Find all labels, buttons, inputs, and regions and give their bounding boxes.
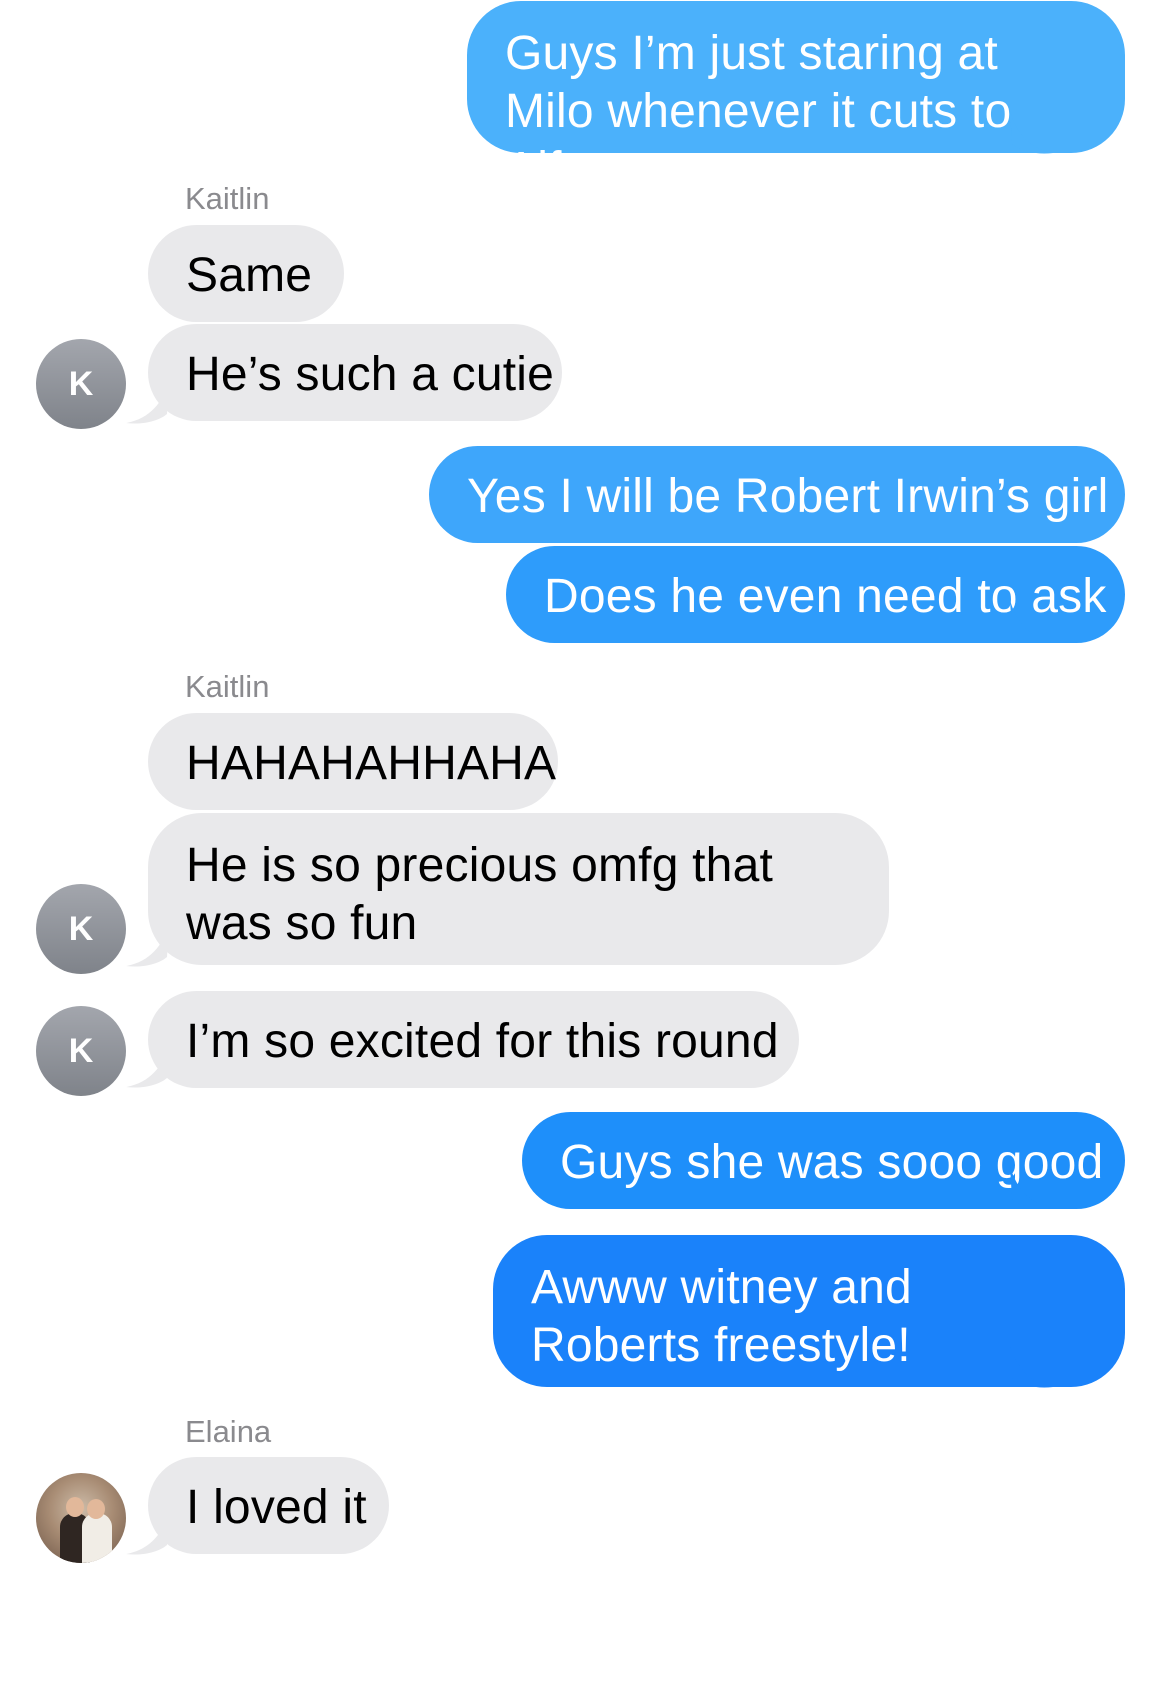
contact-avatar[interactable]: K xyxy=(36,1006,126,1096)
message-text: Yes I will be Robert Irwin’s girl xyxy=(467,470,1109,523)
bubble-tail-icon xyxy=(1010,600,1053,643)
message-thread: Guys I’m just staring at Milo whenever i… xyxy=(0,0,1170,1694)
message-text: He’s such a cutie xyxy=(186,348,555,401)
photo-avatar-icon[interactable] xyxy=(36,1473,126,1563)
sender-name: Elaina xyxy=(185,1414,272,1449)
incoming-message-bubble[interactable]: Same xyxy=(148,225,344,322)
bubble-tail-icon xyxy=(1010,1166,1053,1209)
contact-avatar[interactable]: K xyxy=(36,884,126,974)
outgoing-message-bubble[interactable]: Yes I will be Robert Irwin’s girl xyxy=(429,446,1125,543)
message-text: Awww witney and Roberts freestyle! xyxy=(531,1261,912,1372)
message-text: Same xyxy=(186,249,313,302)
message-text: HAHAHAHHAHA xyxy=(186,737,557,790)
incoming-message-bubble[interactable]: HAHAHAHHAHA xyxy=(148,713,558,810)
incoming-message-bubble[interactable]: He is so precious omfg that was so fun xyxy=(148,813,889,965)
bubble-tail-icon xyxy=(1010,111,1053,154)
message-text: He is so precious omfg that was so fun xyxy=(186,839,774,950)
message-text: I loved it xyxy=(186,1481,367,1534)
sender-name: Kaitlin xyxy=(185,669,270,704)
incoming-message-bubble[interactable]: I loved it xyxy=(148,1457,389,1554)
incoming-message-bubble[interactable]: He’s such a cutie xyxy=(148,324,562,421)
avatar-initial: K xyxy=(68,1031,94,1070)
sender-name: Kaitlin xyxy=(185,181,270,216)
message-text: I’m so excited for this round xyxy=(186,1015,779,1068)
contact-avatar[interactable]: K xyxy=(36,339,126,429)
avatar-initial: K xyxy=(68,909,94,948)
avatar-initial: K xyxy=(68,364,94,403)
message-text: Guys I’m just staring at Milo whenever i… xyxy=(505,27,1012,196)
bubble-tail-icon xyxy=(1010,1345,1053,1388)
incoming-message-bubble[interactable]: I’m so excited for this round xyxy=(148,991,799,1088)
